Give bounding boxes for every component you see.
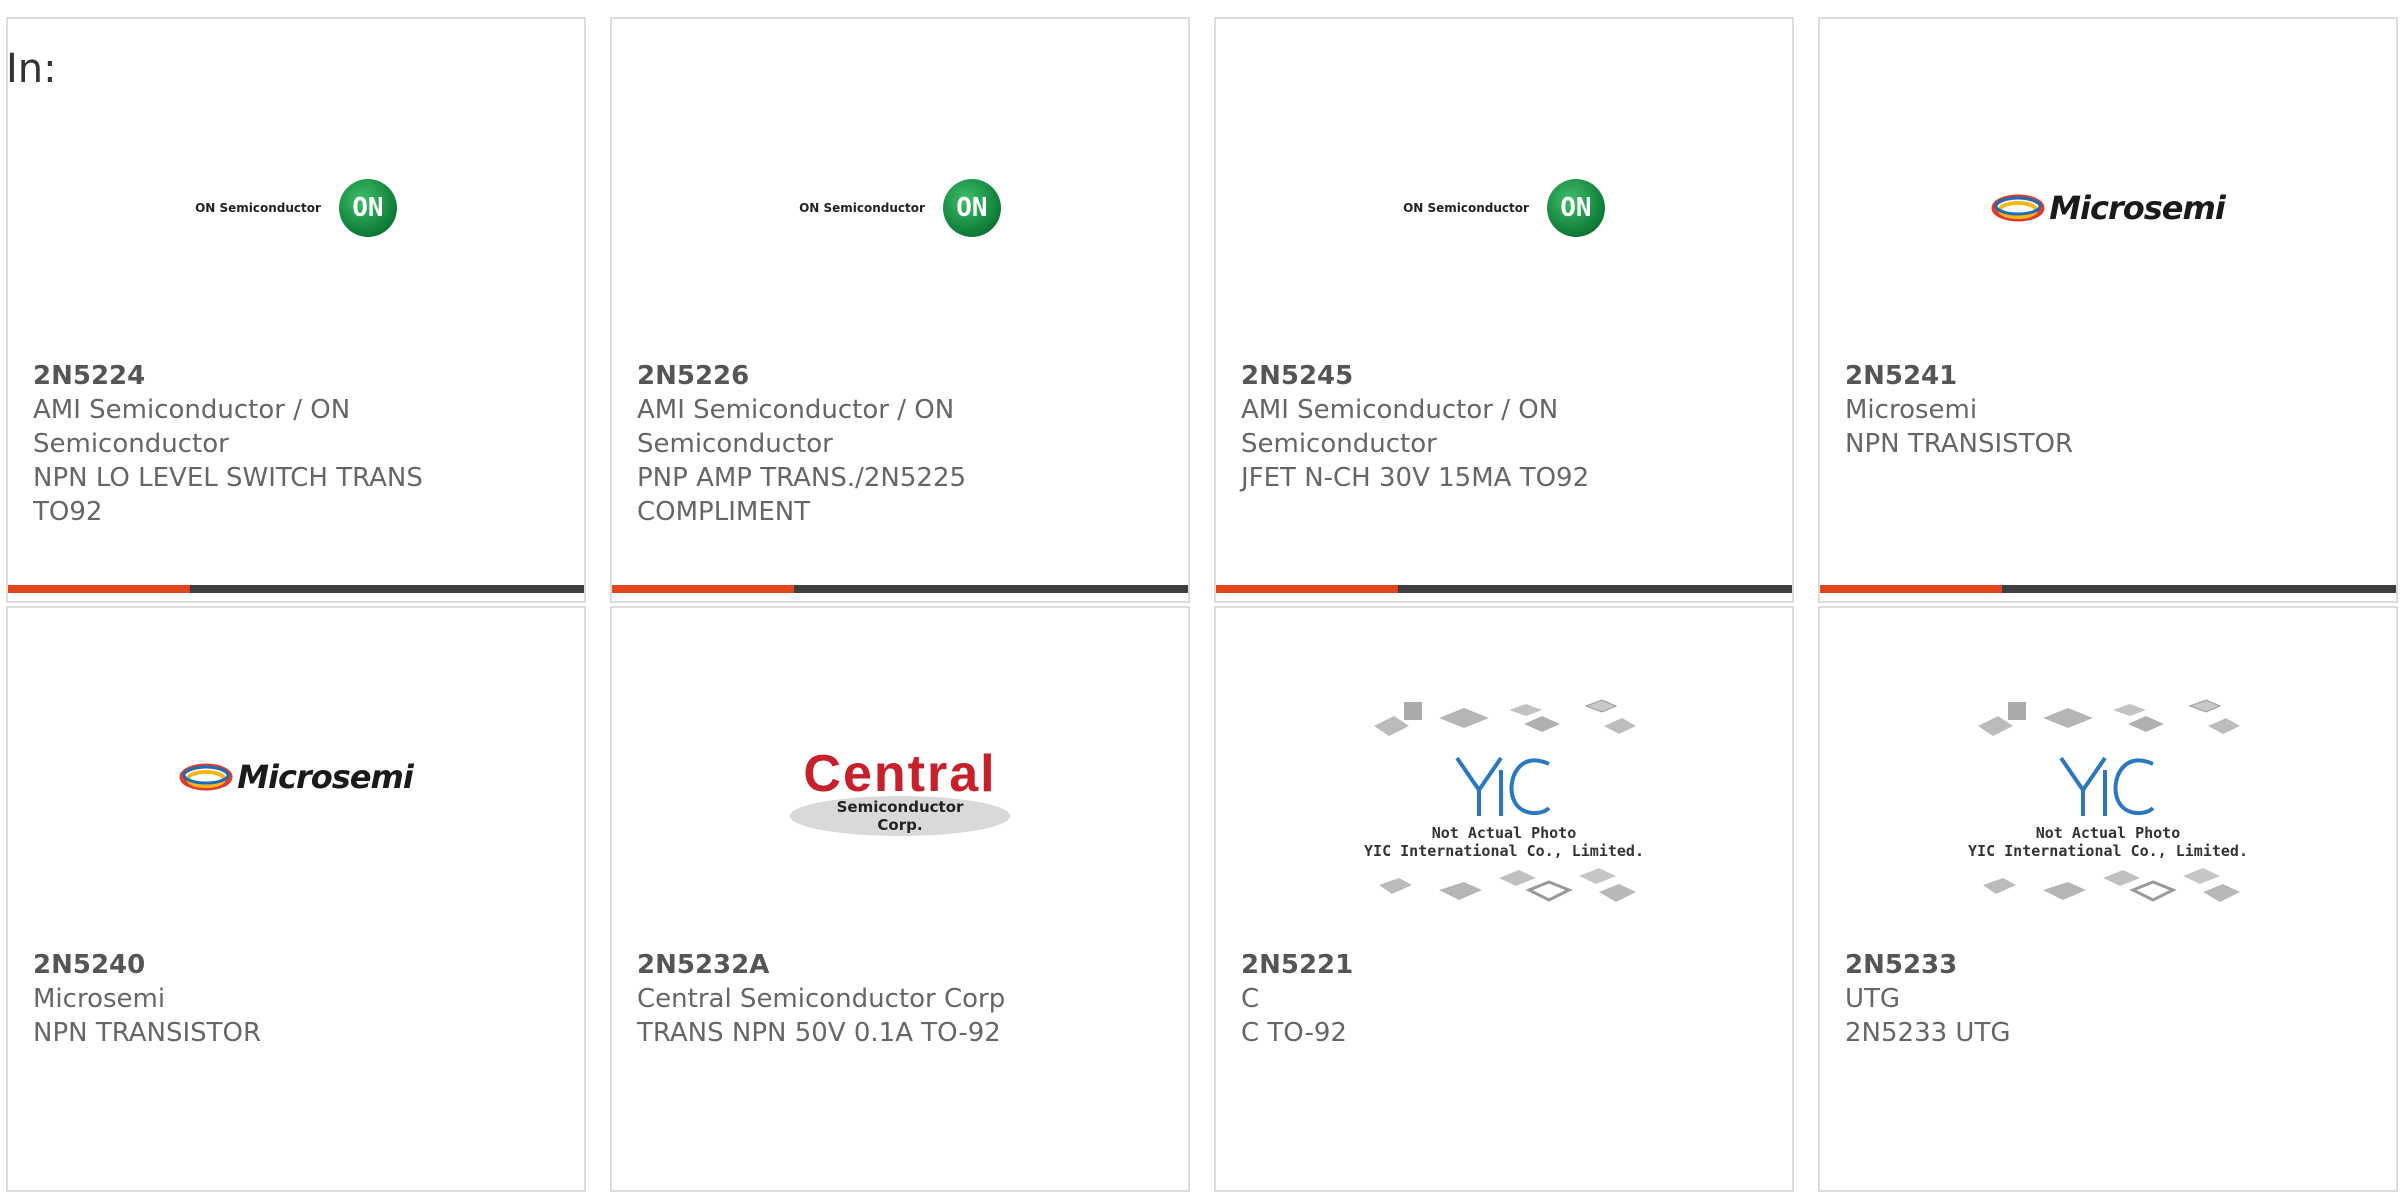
product-description: TRANS NPN 50V 0.1A TO-92: [637, 1018, 1001, 1048]
card-accent: [8, 585, 190, 593]
part-number[interactable]: 2N5226: [637, 359, 1077, 393]
manufacturer-name: AMI Semiconductor / ON Semiconductor: [33, 395, 351, 459]
card-footer-bar: [612, 585, 1188, 593]
product-card[interactable]: ON Semiconductor ON 2N5245 AMI Semicondu…: [1214, 17, 1794, 603]
product-card[interactable]: ON Semiconductor ON 2N5226 AMI Semicondu…: [610, 17, 1190, 603]
product-description: NPN LO LEVEL SWITCH TRANS TO92: [33, 463, 423, 527]
card-accent: [612, 585, 794, 593]
product-card[interactable]: Not Actual Photo YIC International Co., …: [1818, 606, 2398, 1192]
part-number[interactable]: 2N5240: [33, 948, 473, 982]
product-description: NPN TRANSISTOR: [1845, 429, 2074, 459]
product-description: C TO-92: [1241, 1018, 1347, 1048]
manufacturer-name: Microsemi: [33, 984, 166, 1014]
manufacturer-logo: ON Semiconductor ON: [1216, 79, 1792, 339]
product-card[interactable]: ON Semiconductor ON 2N5224 AMI Semicondu…: [6, 17, 586, 603]
logo-text: ON Semiconductor: [195, 201, 321, 215]
logo-text: Microsemi: [2049, 189, 2226, 227]
product-description: JFET N-CH 30V 15MA TO92: [1241, 463, 1590, 493]
part-number[interactable]: 2N5221: [1241, 948, 1681, 982]
chip-package-icons: [1983, 868, 2240, 902]
product-card[interactable]: Not Actual Photo YIC International Co., …: [1214, 606, 1794, 1192]
product-card[interactable]: Central Semiconductor Corp. 2N5232A Cent…: [610, 606, 1190, 1192]
not-actual-photo-text: Not Actual Photo: [1431, 824, 1577, 842]
part-number[interactable]: 2N5241: [1845, 359, 2285, 393]
manufacturer-logo: Not Actual Photo YIC International Co., …: [1216, 668, 1792, 928]
product-card[interactable]: Microsemi 2N5240 Microsemi NPN TRANSISTO…: [6, 606, 586, 1192]
product-description: PNP AMP TRANS./2N5225 COMPLIMENT: [637, 463, 967, 527]
manufacturer-name: AMI Semiconductor / ON Semiconductor: [1241, 395, 1559, 459]
on-semi-logo-icon: ON: [1546, 179, 1605, 237]
manufacturer-logo: Central Semiconductor Corp.: [612, 668, 1188, 928]
manufacturer-name: UTG: [1845, 984, 1901, 1014]
chip-package-icons: [1374, 699, 1636, 736]
logo-subtext: Semiconductor Corp.: [790, 796, 1010, 836]
logo-text: Central: [803, 745, 997, 803]
part-number[interactable]: 2N5233: [1845, 948, 2285, 982]
filter-label: In:: [6, 46, 57, 92]
yic-logo-icon: [2059, 756, 2155, 816]
logo-text: ON Semiconductor: [1403, 201, 1529, 215]
product-description: NPN TRANSISTOR: [33, 1018, 262, 1048]
chip-package-icons: [1379, 868, 1636, 902]
manufacturer-logo: Microsemi: [1820, 79, 2396, 339]
part-number[interactable]: 2N5245: [1241, 359, 1681, 393]
part-number[interactable]: 2N5232A: [637, 948, 1077, 982]
manufacturer-name: AMI Semiconductor / ON Semiconductor: [637, 395, 955, 459]
microsemi-swirl-icon: [1991, 194, 2045, 222]
manufacturer-logo: Not Actual Photo YIC International Co., …: [1820, 668, 2396, 928]
manufacturer-logo: ON Semiconductor ON: [612, 79, 1188, 339]
manufacturer-name: Microsemi: [1845, 395, 1978, 425]
on-semi-logo-icon: ON: [338, 179, 397, 237]
logo-text: ON Semiconductor: [799, 201, 925, 215]
yic-logo-icon: [1455, 756, 1551, 816]
product-card[interactable]: Microsemi 2N5241 Microsemi NPN TRANSISTO…: [1818, 17, 2398, 603]
manufacturer-name: C: [1241, 984, 1260, 1014]
manufacturer-logo: Microsemi: [8, 668, 584, 928]
not-actual-photo-text: Not Actual Photo: [2035, 824, 2181, 842]
card-accent: [1820, 585, 2002, 593]
yic-company-text: YIC International Co., Limited.: [1364, 842, 1644, 860]
microsemi-swirl-icon: [179, 763, 233, 791]
card-accent: [1216, 585, 1398, 593]
logo-text: Microsemi: [237, 758, 414, 796]
manufacturer-name: Central Semiconductor Corp: [637, 984, 1006, 1014]
card-footer-bar: [8, 585, 584, 593]
chip-package-icons: [1978, 699, 2240, 736]
card-footer-bar: [1216, 585, 1792, 593]
on-semi-logo-icon: ON: [942, 179, 1001, 237]
part-number[interactable]: 2N5224: [33, 359, 473, 393]
yic-company-text: YIC International Co., Limited.: [1968, 842, 2248, 860]
card-footer-bar: [1820, 585, 2396, 593]
product-description: 2N5233 UTG: [1845, 1018, 2011, 1048]
manufacturer-logo: ON Semiconductor ON: [8, 79, 584, 339]
